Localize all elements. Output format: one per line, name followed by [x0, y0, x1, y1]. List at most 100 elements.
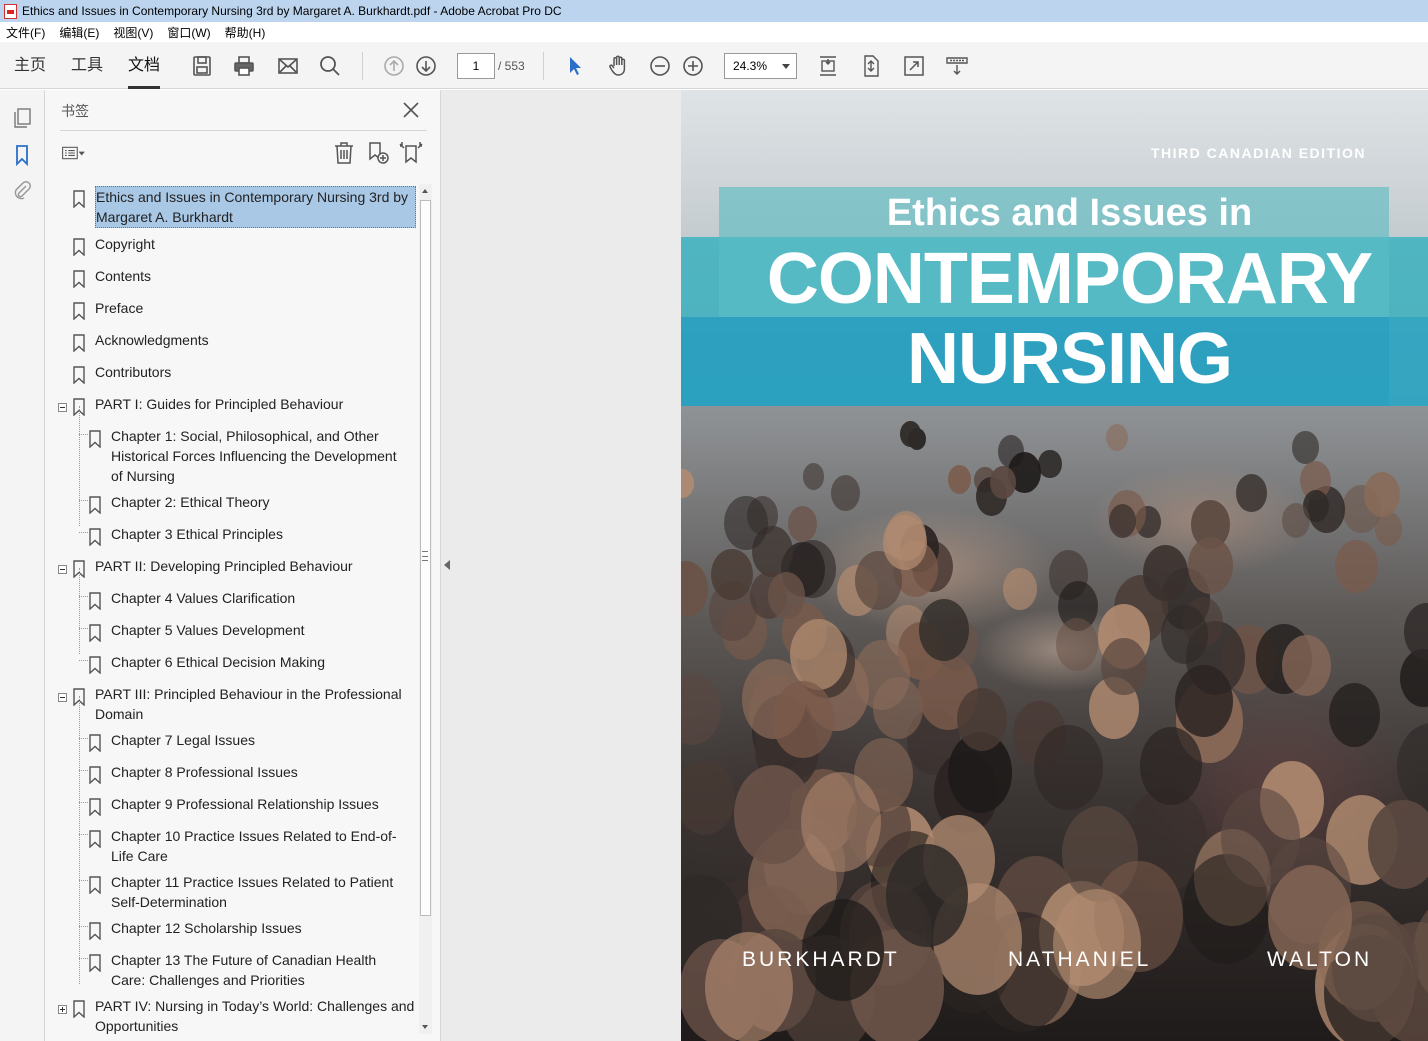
bookmark-child-item[interactable]: Chapter 4 Values Clarification — [53, 588, 416, 611]
bookmark-item[interactable]: PART III: Principled Behaviour in the Pr… — [53, 684, 416, 724]
previous-page-icon[interactable] — [382, 54, 406, 78]
collapse-icon[interactable] — [58, 403, 67, 412]
menu-window[interactable]: 窗口(W) — [167, 24, 210, 41]
attachments-icon[interactable] — [10, 178, 34, 202]
bookmark-child-item[interactable]: Chapter 9 Professional Relationship Issu… — [53, 794, 416, 817]
bookmark-child-item[interactable]: Chapter 1: Social, Philosophical, and Ot… — [53, 426, 416, 486]
hand-tool-icon[interactable] — [606, 54, 630, 78]
delete-bookmark-icon[interactable] — [331, 140, 357, 166]
cover-edition: THIRD CANADIAN EDITION — [1151, 145, 1366, 161]
add-bookmark-icon[interactable] — [365, 140, 391, 166]
save-icon[interactable] — [190, 54, 214, 78]
bookmark-label: Chapter 4 Values Clarification — [111, 590, 296, 606]
bookmark-label: Chapter 10 Practice Issues Related to En… — [111, 828, 397, 864]
bookmark-child-item[interactable]: Chapter 2: Ethical Theory — [53, 492, 416, 515]
bookmark-icon — [88, 876, 102, 895]
bookmark-child-item[interactable]: Chapter 11 Practice Issues Related to Pa… — [53, 872, 416, 912]
bookmark-item[interactable]: Ethics and Issues in Contemporary Nursin… — [53, 186, 416, 228]
bookmark-label: Chapter 6 Ethical Decision Making — [111, 654, 325, 670]
expand-icon[interactable] — [58, 1005, 67, 1014]
bookmark-icon — [88, 798, 102, 817]
bookmark-icon — [88, 496, 102, 515]
bookmark-label: PART IV: Nursing in Today’s World: Chall… — [95, 998, 415, 1034]
bookmark-child-item[interactable]: Chapter 6 Ethical Decision Making — [53, 652, 416, 675]
bookmark-icon — [88, 766, 102, 785]
bookmark-icon — [88, 734, 102, 753]
search-icon[interactable] — [318, 54, 342, 78]
bookmark-label: PART I: Guides for Principled Behaviour — [95, 396, 344, 412]
bookmark-icon — [88, 922, 102, 941]
bookmark-icon — [88, 656, 102, 675]
zoom-in-icon[interactable] — [681, 54, 705, 78]
bookmark-item[interactable]: PART I: Guides for Principled Behaviour — [53, 394, 416, 417]
bookmark-label: Ethics and Issues in Contemporary Nursin… — [95, 186, 416, 228]
cover-title-line2: CONTEMPORARY — [766, 239, 1373, 319]
menu-edit[interactable]: 编辑(E) — [59, 24, 99, 41]
bookmarks-panel: 书签 Ethics and Issues in Contemporary Nur… — [45, 90, 441, 1041]
main-toolbar: 主页 工具 文档 1 / 553 24.3% — [0, 42, 1428, 89]
bookmarks-panel-icon[interactable] — [10, 143, 34, 167]
cover-author-1: BURKHARDT — [742, 948, 900, 971]
scroll-up-icon[interactable] — [422, 189, 428, 193]
bookmark-icon — [72, 302, 86, 321]
tab-document[interactable]: 文档 — [128, 42, 161, 89]
bookmark-child-item[interactable]: Chapter 3 Ethical Principles — [53, 524, 416, 547]
fit-page-icon[interactable] — [859, 54, 883, 78]
bookmark-label: PART III: Principled Behaviour in the Pr… — [95, 686, 402, 722]
chevron-down-icon — [782, 64, 790, 69]
bookmark-label: Contributors — [95, 364, 172, 380]
bookmark-icon — [72, 334, 86, 353]
bookmark-child-item[interactable]: Chapter 7 Legal Issues — [53, 730, 416, 753]
bookmark-item[interactable]: Contents — [53, 266, 416, 289]
email-icon[interactable] — [276, 54, 300, 78]
next-page-icon[interactable] — [414, 54, 438, 78]
zoom-select[interactable]: 24.3% — [724, 53, 797, 79]
bookmark-scrollbar[interactable] — [419, 184, 432, 1034]
bookmark-label: Chapter 5 Values Development — [111, 622, 305, 638]
cover-author-3: WALTON — [1267, 948, 1373, 971]
read-mode-icon[interactable] — [945, 54, 969, 78]
print-icon[interactable] — [232, 54, 256, 78]
panel-title: 书签 — [61, 103, 89, 119]
panel-splitter[interactable] — [422, 551, 428, 561]
bookmark-child-item[interactable]: Chapter 12 Scholarship Issues — [53, 918, 416, 941]
bookmark-icon — [88, 592, 102, 611]
bookmark-child-item[interactable]: Chapter 5 Values Development — [53, 620, 416, 643]
navigation-rail — [0, 90, 45, 1041]
page-number-input[interactable]: 1 — [457, 53, 495, 79]
bookmark-child-item[interactable]: Chapter 8 Professional Issues — [53, 762, 416, 785]
menu-bar: 文件(F) 编辑(E) 视图(V) 窗口(W) 帮助(H) — [0, 22, 1428, 42]
page-thumbnails-icon[interactable] — [10, 106, 34, 130]
collapse-icon[interactable] — [58, 565, 67, 574]
bookmark-child-item[interactable]: Chapter 10 Practice Issues Related to En… — [53, 826, 416, 866]
collapse-icon[interactable] — [58, 693, 67, 702]
bookmark-child-item[interactable]: Chapter 13 The Future of Canadian Health… — [53, 950, 416, 990]
scroll-down-icon[interactable] — [422, 1025, 428, 1029]
bookmark-label: Chapter 1: Social, Philosophical, and Ot… — [111, 428, 397, 484]
bookmark-label: Chapter 3 Ethical Principles — [111, 526, 283, 542]
zoom-out-icon[interactable] — [648, 54, 672, 78]
collapse-panel-icon[interactable] — [444, 560, 450, 570]
bookmark-label: PART II: Developing Principled Behaviour — [95, 558, 353, 574]
bookmark-item[interactable]: PART II: Developing Principled Behaviour — [53, 556, 416, 579]
bookmark-options-icon[interactable] — [61, 140, 93, 166]
scroll-mode-icon[interactable] — [816, 54, 840, 78]
menu-help[interactable]: 帮助(H) — [225, 24, 266, 41]
cover-title-line1: Ethics and Issues in — [886, 192, 1253, 234]
bookmark-label: Chapter 11 Practice Issues Related to Pa… — [111, 874, 394, 910]
select-cursor-icon[interactable] — [563, 54, 587, 78]
full-screen-icon[interactable] — [902, 54, 926, 78]
bookmark-item[interactable]: Preface — [53, 298, 416, 321]
close-icon[interactable] — [400, 99, 422, 121]
tab-home[interactable]: 主页 — [14, 42, 46, 89]
menu-view[interactable]: 视图(V) — [113, 24, 153, 41]
menu-file[interactable]: 文件(F) — [6, 24, 45, 41]
bookmark-icon — [72, 190, 86, 209]
tab-tools[interactable]: 工具 — [71, 42, 103, 89]
bookmark-item[interactable]: PART IV: Nursing in Today’s World: Chall… — [53, 996, 416, 1034]
window-title: Ethics and Issues in Contemporary Nursin… — [22, 4, 562, 18]
bookmark-item[interactable]: Acknowledgments — [53, 330, 416, 353]
bookmark-item[interactable]: Copyright — [53, 234, 416, 257]
expand-bookmark-icon[interactable] — [398, 140, 424, 166]
bookmark-item[interactable]: Contributors — [53, 362, 416, 385]
